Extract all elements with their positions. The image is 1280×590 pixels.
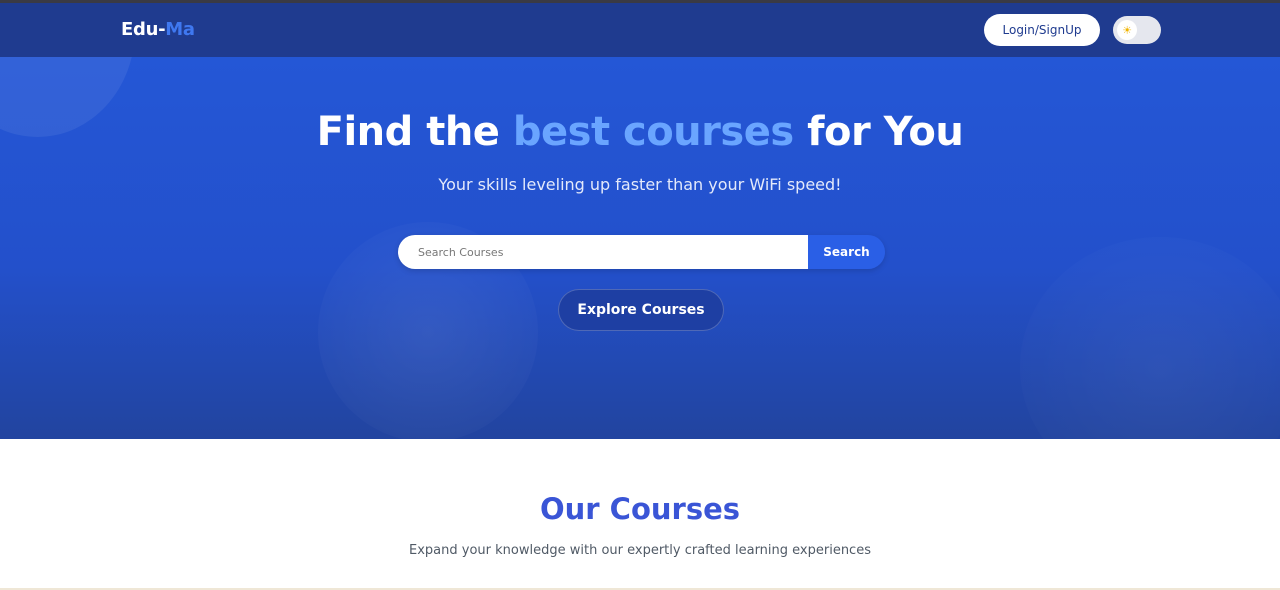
theme-toggle[interactable]: ☀ bbox=[1113, 16, 1161, 44]
brand-logo-part2: Ma bbox=[165, 19, 195, 40]
brand-logo[interactable]: Edu-Ma bbox=[121, 19, 195, 40]
login-signup-button[interactable]: Login/SignUp bbox=[984, 14, 1100, 46]
search-input[interactable] bbox=[398, 235, 808, 269]
hero-title-highlight: best courses bbox=[512, 109, 794, 155]
decorative-circle bbox=[1020, 237, 1280, 439]
search-bar: Search bbox=[398, 235, 885, 269]
brand-logo-part1: Edu- bbox=[121, 19, 166, 40]
hero-title-end: for You bbox=[793, 109, 964, 155]
explore-courses-button[interactable]: Explore Courses bbox=[558, 289, 724, 331]
section-subtitle: Expand your knowledge with our expertly … bbox=[409, 543, 871, 558]
search-button[interactable]: Search bbox=[808, 235, 885, 269]
hero-subtitle: Your skills leveling up faster than your… bbox=[438, 175, 842, 194]
hero-title-start: Find the bbox=[316, 109, 513, 155]
section-title: Our Courses bbox=[539, 492, 741, 526]
navbar: Edu-Ma Login/SignUp ☀ bbox=[0, 3, 1280, 57]
sun-icon: ☀ bbox=[1117, 20, 1137, 40]
hero-title: Find the best courses for You bbox=[0, 109, 1280, 155]
hero-section: Find the best courses for You Your skill… bbox=[0, 57, 1280, 439]
